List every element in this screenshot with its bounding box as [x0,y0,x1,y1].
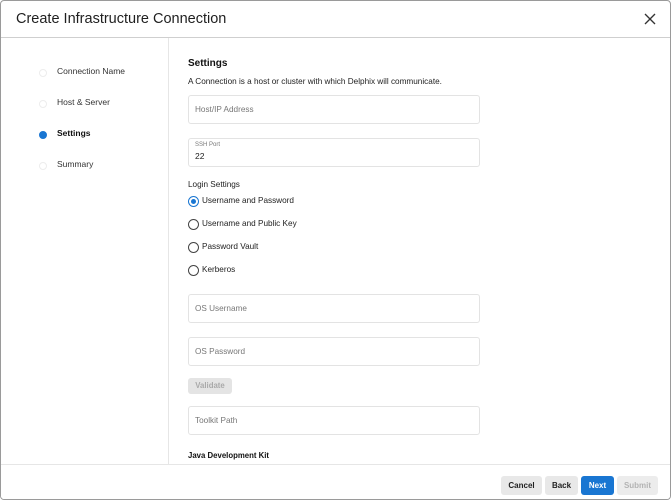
close-icon[interactable] [641,10,659,28]
radio-checked-icon[interactable] [188,196,199,207]
submit-button[interactable]: Submit [617,476,658,495]
ssh-port-value: 22 [195,151,205,161]
step-label: Host & Server [57,97,110,107]
dialog-footer: Cancel Back Next Submit [1,464,670,499]
radio-username-password[interactable]: Username and Password [188,195,388,209]
jdk-section-title: Java Development Kit [188,451,270,460]
host-ip-placeholder: Host/IP Address [195,105,254,114]
dialog-title: Create Infrastructure Connection [16,11,227,27]
radio-label: Password Vault [202,242,259,251]
radio-unchecked-icon[interactable] [188,242,199,253]
radio-unchecked-icon[interactable] [188,219,199,230]
section-description: A Connection is a host or cluster with w… [188,77,442,86]
step-dot-icon [39,162,47,170]
validate-button[interactable]: Validate [188,378,232,394]
os-username-input[interactable]: OS Username [188,294,480,323]
cancel-button[interactable]: Cancel [501,476,542,495]
ssh-port-input[interactable]: SSH Port 22 [188,138,480,167]
step-connection-name[interactable]: Connection Name [1,63,168,83]
radio-label: Username and Public Key [202,219,297,228]
os-password-placeholder: OS Password [195,347,246,356]
step-label: Settings [57,128,91,138]
settings-panel: Settings A Connection is a host or clust… [169,38,669,464]
toolkit-path-placeholder: Toolkit Path [195,416,238,425]
step-dot-icon [39,69,47,77]
step-host-server[interactable]: Host & Server [1,94,168,114]
section-title: Settings [188,58,228,69]
os-password-input[interactable]: OS Password [188,337,480,366]
step-dot-icon [39,100,47,108]
step-dot-active-icon [39,131,47,139]
step-label: Connection Name [57,66,126,76]
os-username-placeholder: OS Username [195,304,247,313]
radio-unchecked-icon[interactable] [188,265,199,276]
create-connection-dialog: Create Infrastructure Connection Connect… [0,0,671,500]
step-summary[interactable]: Summary [1,156,168,176]
wizard-steps: Connection Name Host & Server Settings S… [1,38,169,464]
radio-label: Kerberos [202,265,236,274]
radio-kerberos[interactable]: Kerberos [188,264,388,278]
radio-username-public-key[interactable]: Username and Public Key [188,218,388,232]
login-settings-label: Login Settings [188,180,240,189]
next-button[interactable]: Next [581,476,614,495]
host-ip-input[interactable]: Host/IP Address [188,95,480,124]
radio-password-vault[interactable]: Password Vault [188,241,388,255]
radio-label: Username and Password [202,196,294,205]
dialog-header: Create Infrastructure Connection [1,1,670,38]
toolkit-path-input[interactable]: Toolkit Path [188,406,480,435]
back-button[interactable]: Back [545,476,578,495]
step-label: Summary [57,159,94,169]
step-settings[interactable]: Settings [1,125,168,145]
ssh-port-label: SSH Port [195,142,221,148]
